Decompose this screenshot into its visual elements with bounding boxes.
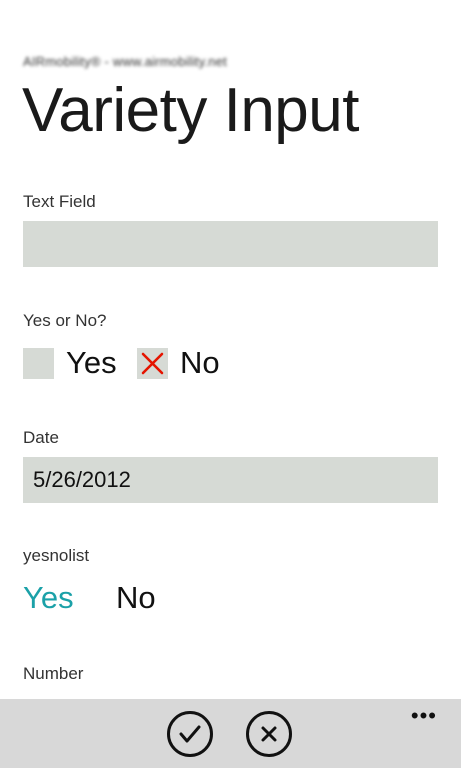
no-checkbox[interactable]	[137, 348, 168, 379]
yesnolist-option-no[interactable]: No	[116, 580, 156, 616]
cancel-button[interactable]	[246, 711, 292, 757]
app-subtitle: AIRmobility® - www.airmobility.net	[23, 54, 227, 69]
yesnolist-option-yes[interactable]: Yes	[23, 580, 74, 616]
text-field-input[interactable]	[23, 221, 438, 267]
close-icon	[261, 726, 277, 742]
app-bar: •••	[0, 699, 461, 768]
date-field[interactable]: 5/26/2012	[23, 457, 438, 503]
yes-checkbox[interactable]	[23, 348, 54, 379]
page-title: Variety Input	[22, 76, 359, 145]
more-options-button[interactable]: •••	[411, 703, 437, 729]
yesnolist-label: yesnolist	[23, 546, 90, 565]
number-label: Number	[23, 664, 84, 683]
check-icon	[179, 725, 201, 743]
text-field-label: Text Field	[23, 192, 96, 211]
x-mark-icon	[141, 352, 164, 375]
yes-or-no-label: Yes or No?	[23, 311, 107, 330]
date-label: Date	[23, 428, 59, 447]
no-checkbox-label[interactable]: No	[180, 346, 220, 380]
yes-checkbox-label[interactable]: Yes	[66, 346, 117, 380]
screen: AIRmobility® - www.airmobility.net Varie…	[0, 0, 461, 768]
save-button[interactable]	[167, 711, 213, 757]
